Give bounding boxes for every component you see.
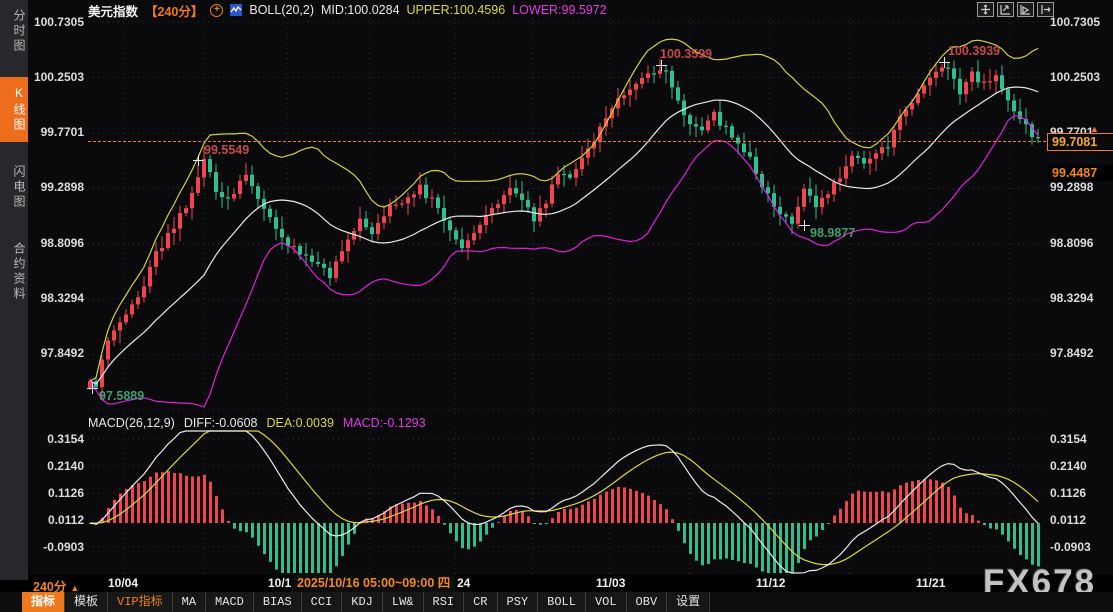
toolbar-item-KDJ[interactable]: KDJ <box>342 592 383 612</box>
price-tick-right: 0.0112 <box>1050 513 1112 527</box>
indicator-toolbar: 指标模板VIP指标MAMACDBIASCCIKDJLW&RSICRPSYBOLL… <box>0 592 1113 612</box>
price-tick-left: 100.2503 <box>28 70 84 84</box>
link-circle-icon[interactable]: + <box>210 4 223 17</box>
period-badge[interactable]: 【240分】 <box>145 1 203 20</box>
price-tick-right: 0.2140 <box>1050 459 1112 473</box>
sidebar-tab-2[interactable]: K线图 <box>0 77 28 142</box>
price-tick-right: 100.2503 <box>1050 70 1112 84</box>
boll-lower-line <box>90 116 1038 407</box>
sidebar-tab-4[interactable]: 合约资料 <box>0 233 28 311</box>
price-annotation: 99.5549 <box>204 143 249 157</box>
toolbar-item-VOL[interactable]: VOL <box>586 592 627 612</box>
price-annotation: 100.3599 <box>660 47 712 61</box>
price-tick-right: 98.8096 <box>1050 236 1112 250</box>
toolbar-item-VIP指标[interactable]: VIP指标 <box>108 592 173 612</box>
toolbar-item-CCI[interactable]: CCI <box>302 592 343 612</box>
price-tick-right: 98.3294 <box>1050 291 1112 305</box>
price-tick-left: 0.1126 <box>28 486 84 500</box>
candlestick-plot[interactable] <box>88 18 1046 417</box>
macd-header: MACD(26,12,9) DIFF:-0.0608 DEA:0.0039 MA… <box>88 416 426 430</box>
price-tick-left: 0.0112 <box>28 513 84 527</box>
crosshair-marker-icon <box>799 220 810 231</box>
crosshair-marker-icon <box>87 383 98 394</box>
date-label: 11/03 <box>596 576 625 590</box>
sidebar-tab-1[interactable]: 分时图 <box>0 0 28 63</box>
boll-mid-value: MID:100.0284 <box>321 3 400 17</box>
candles <box>88 59 1040 399</box>
zoom-axis-icon[interactable] <box>997 2 1014 17</box>
toolbar-item-指标[interactable]: 指标 <box>22 592 65 612</box>
toolbar-item-LW&[interactable]: LW& <box>383 592 424 612</box>
toolbar-item-PSY[interactable]: PSY <box>498 592 539 612</box>
macd-plot[interactable] <box>88 428 1046 575</box>
toolbar-item-BIAS[interactable]: BIAS <box>254 592 302 612</box>
symbol-name: 美元指数 <box>88 1 138 20</box>
date-label: 24 <box>457 576 470 590</box>
price-tick-left: 0.2140 <box>28 459 84 473</box>
boll-upper-value: UPPER:100.4596 <box>407 3 506 17</box>
boll-label: BOLL(20,2) <box>249 3 314 17</box>
chart-header: 美元指数 【240分】 + BOLL(20,2) MID:100.0284 UP… <box>88 2 607 18</box>
price-tick-left: -0.0903 <box>28 540 84 554</box>
date-label: 11/21 <box>916 576 945 590</box>
date-label: 10/04 <box>108 576 138 590</box>
macd-histogram <box>89 471 1040 573</box>
price-tick-right: 0.1126 <box>1050 486 1112 500</box>
sidebar-tab-3[interactable]: 闪电图 <box>0 156 28 219</box>
price-tick-right: 100.7305 <box>1050 15 1112 29</box>
crosshair-marker-icon <box>193 155 204 166</box>
price-tick-right: 0.3154 <box>1050 432 1112 446</box>
crosshair-marker-icon <box>656 60 667 71</box>
time-axis: 240分▲ 10/0410/152411/0311/1211/21 2025/1… <box>0 575 1113 592</box>
price-tick-left: 99.2898 <box>28 180 84 194</box>
price-tick-right: -0.0903 <box>1050 540 1112 554</box>
price-tick-right: 97.8492 <box>1050 346 1112 360</box>
toolbar-item-OBV[interactable]: OBV <box>627 592 668 612</box>
date-label: 11/12 <box>756 576 785 590</box>
toolbar-item-MA[interactable]: MA <box>173 592 206 612</box>
current-price-label: 99.7081 <box>1047 133 1113 151</box>
toolbar-item-CR[interactable]: CR <box>464 592 497 612</box>
main-gridlines <box>88 18 1046 417</box>
sidebar: 分时图 K线图闪电图合约资料 <box>0 0 28 580</box>
toolbar-item-settings[interactable]: 设置 <box>667 592 710 612</box>
macd-macd-value: MACD:-0.1293 <box>343 416 426 430</box>
toolbar-item-MACD[interactable]: MACD <box>206 592 254 612</box>
price-tick-left: 100.7305 <box>28 15 84 29</box>
toolbar-item-RSI[interactable]: RSI <box>424 592 465 612</box>
current-price-line <box>88 141 1046 142</box>
mini-chart-icon <box>230 4 242 16</box>
macd-dea-value: DEA:0.0039 <box>266 416 333 430</box>
price-tick-right: 99.2898 <box>1050 180 1112 194</box>
move-icon[interactable] <box>977 2 994 17</box>
macd-diff-value: DIFF:-0.0608 <box>184 416 258 430</box>
price-annotation: 97.5889 <box>99 389 144 403</box>
macd-name: MACD(26,12,9) <box>88 416 175 430</box>
price-annotation: 98.9877 <box>810 226 855 240</box>
price-tick-left: 98.3294 <box>28 291 84 305</box>
shift-right-icon[interactable] <box>1037 2 1054 17</box>
window-icons <box>977 2 1054 17</box>
price-tick-left: 97.8492 <box>28 346 84 360</box>
toolbar-item-模板[interactable]: 模板 <box>65 592 108 612</box>
price-tick-left: 99.7701 <box>28 125 84 139</box>
time-range-tooltip: 2025/10/16 05:00~09:00 四 <box>292 575 455 592</box>
toolbar-item-BOLL[interactable]: BOLL <box>538 592 586 612</box>
price-tick-left: 0.3154 <box>28 432 84 446</box>
chart-app: 分时图 K线图闪电图合约资料 美元指数 【240分】 + BOLL(20,2) M… <box>0 0 1113 612</box>
boll-lower-value: LOWER:99.5972 <box>512 3 607 17</box>
pan-axis-icon[interactable] <box>1017 2 1034 17</box>
secondary-price-label: 99.4487 <box>1048 165 1113 181</box>
price-annotation: 100.3939 <box>948 44 1000 58</box>
price-tick-left: 98.8096 <box>28 236 84 250</box>
crosshair-marker-icon <box>939 57 950 68</box>
